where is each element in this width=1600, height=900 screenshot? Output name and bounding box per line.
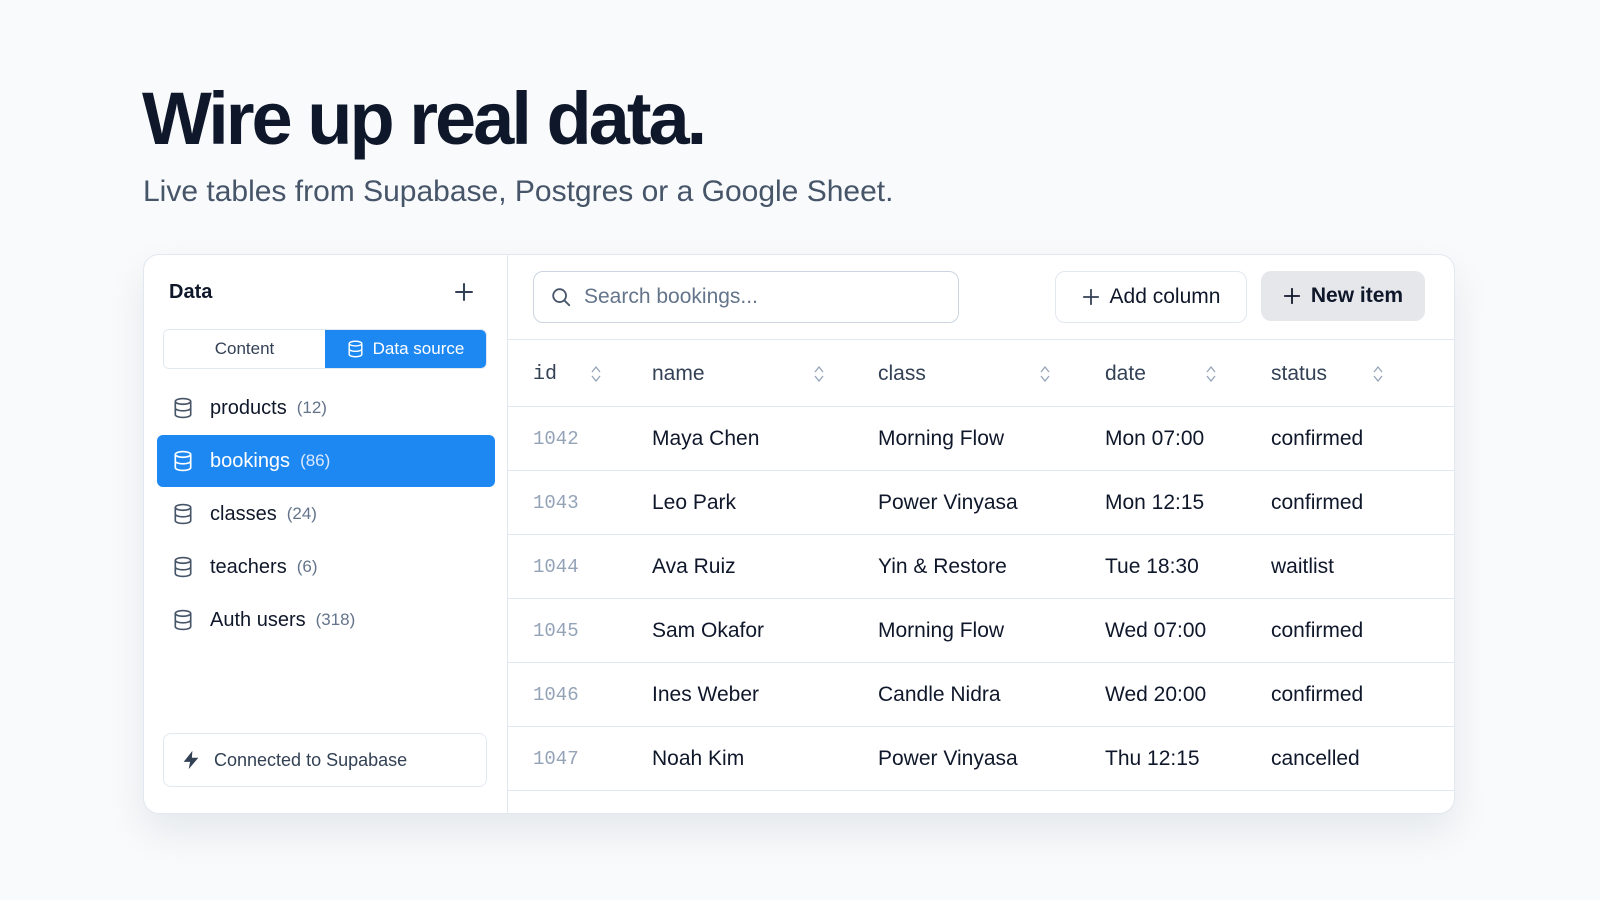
plus-icon <box>1082 288 1099 306</box>
cell-id: 1044 <box>533 556 579 578</box>
table-row[interactable]: 1045 Sam Okafor Morning Flow Wed 07:00 c… <box>508 599 1454 663</box>
new-item-label: New item <box>1310 284 1404 307</box>
column-header-status[interactable]: status <box>1271 340 1327 408</box>
database-icon <box>173 503 193 525</box>
table-item-name: bookings <box>210 449 291 472</box>
search-box[interactable] <box>533 271 959 323</box>
cell-name: Leo Park <box>652 491 737 514</box>
table-item-teachers[interactable]: teachers (6) <box>157 541 495 593</box>
cell-class: Power Vinyasa <box>878 747 1018 770</box>
table-item-count: (318) <box>315 610 356 629</box>
page-subtitle: Live tables from Supabase, Postgres or a… <box>143 175 894 208</box>
sort-icon[interactable] <box>1040 364 1050 384</box>
cell-class: Morning Flow <box>878 619 1005 642</box>
sidebar: Data Content Data source products (12) b… <box>144 255 508 813</box>
table-item-count: (24) <box>286 504 317 523</box>
tab-data-source-label: Data source <box>372 339 465 358</box>
cell-id: 1045 <box>533 620 579 642</box>
cell-name: Noah Kim <box>652 747 745 770</box>
table-item-bookings[interactable]: bookings (86) <box>157 435 495 487</box>
table-item-products[interactable]: products (12) <box>157 382 495 434</box>
bolt-icon <box>183 750 199 770</box>
table-row[interactable]: 1043 Leo Park Power Vinyasa Mon 12:15 co… <box>508 471 1454 535</box>
cell-status: confirmed <box>1271 683 1364 706</box>
cell-name: Sam Okafor <box>652 619 765 642</box>
connection-status[interactable]: Connected to Supabase <box>163 733 487 787</box>
add-column-label: Add column <box>1109 285 1221 308</box>
source-tabs: Content Data source <box>163 329 487 369</box>
search-icon <box>552 288 571 307</box>
cell-status: cancelled <box>1271 747 1360 770</box>
sort-icon[interactable] <box>1373 364 1383 384</box>
column-header-name[interactable]: name <box>652 340 705 408</box>
column-header-date[interactable]: date <box>1105 340 1146 408</box>
data-table: id name class date status 1042 Maya Chen… <box>508 339 1454 791</box>
cell-status: confirmed <box>1271 491 1364 514</box>
table-item-count: (12) <box>296 398 327 417</box>
cell-date: Tue 18:30 <box>1105 555 1199 578</box>
cell-id: 1046 <box>533 684 579 706</box>
cell-class: Candle Nidra <box>878 683 1001 706</box>
cell-status: confirmed <box>1271 619 1364 642</box>
database-icon <box>348 340 363 358</box>
table-header: id name class date status <box>508 339 1454 407</box>
table-view: Add column New item id name class date s… <box>508 255 1454 813</box>
database-icon <box>173 556 193 578</box>
cell-date: Mon 12:15 <box>1105 491 1205 514</box>
column-header-class[interactable]: class <box>878 340 926 408</box>
cell-name: Ines Weber <box>652 683 759 706</box>
sort-icon[interactable] <box>1206 364 1216 384</box>
table-list: products (12) bookings (86) classes (24) <box>157 382 495 647</box>
table-item-name: products <box>210 396 287 419</box>
table-row[interactable]: 1047 Noah Kim Power Vinyasa Thu 12:15 ca… <box>508 727 1454 791</box>
database-icon <box>173 609 193 631</box>
table-item-classes[interactable]: classes (24) <box>157 488 495 540</box>
database-icon <box>173 397 193 419</box>
column-header-id[interactable]: id <box>533 340 557 408</box>
cell-status: waitlist <box>1271 555 1335 578</box>
cell-name: Maya Chen <box>652 427 760 450</box>
cell-id: 1047 <box>533 748 579 770</box>
table-row[interactable]: 1046 Ines Weber Candle Nidra Wed 20:00 c… <box>508 663 1454 727</box>
table-item-count: (86) <box>300 451 331 470</box>
add-source-button[interactable] <box>449 277 479 307</box>
tab-data-source[interactable]: Data source <box>325 330 486 368</box>
cell-class: Yin & Restore <box>878 555 1007 578</box>
cell-class: Power Vinyasa <box>878 491 1018 514</box>
tab-content[interactable]: Content <box>164 330 325 368</box>
cell-name: Ava Ruiz <box>652 555 736 578</box>
table-item-name: classes <box>210 502 277 525</box>
data-panel: Data Content Data source products (12) b… <box>143 254 1455 814</box>
sidebar-title: Data <box>169 281 213 303</box>
cell-id: 1042 <box>533 428 579 450</box>
cell-status: confirmed <box>1271 427 1364 450</box>
new-item-button[interactable]: New item <box>1261 271 1425 321</box>
page-title: Wire up real data. <box>142 77 707 160</box>
cell-date: Thu 12:15 <box>1105 747 1200 770</box>
cell-date: Wed 07:00 <box>1105 619 1207 642</box>
tab-content-label: Content <box>214 339 275 358</box>
search-input[interactable] <box>584 285 944 309</box>
cell-date: Wed 20:00 <box>1105 683 1207 706</box>
table-item-name: teachers <box>210 555 287 578</box>
cell-class: Morning Flow <box>878 427 1005 450</box>
database-icon <box>173 450 193 472</box>
plus-icon <box>1283 287 1300 305</box>
sort-icon[interactable] <box>591 364 601 384</box>
add-column-button[interactable]: Add column <box>1055 271 1247 323</box>
table-item-auth-users[interactable]: Auth users (318) <box>157 594 495 646</box>
connection-status-label: Connected to Supabase <box>214 749 408 770</box>
sort-icon[interactable] <box>814 364 824 384</box>
cell-id: 1043 <box>533 492 579 514</box>
plus-icon <box>455 283 473 301</box>
cell-date: Mon 07:00 <box>1105 427 1205 450</box>
table-item-name: Auth users <box>210 608 306 631</box>
table-row[interactable]: 1042 Maya Chen Morning Flow Mon 07:00 co… <box>508 407 1454 471</box>
table-item-count: (6) <box>296 557 318 576</box>
table-row[interactable]: 1044 Ava Ruiz Yin & Restore Tue 18:30 wa… <box>508 535 1454 599</box>
